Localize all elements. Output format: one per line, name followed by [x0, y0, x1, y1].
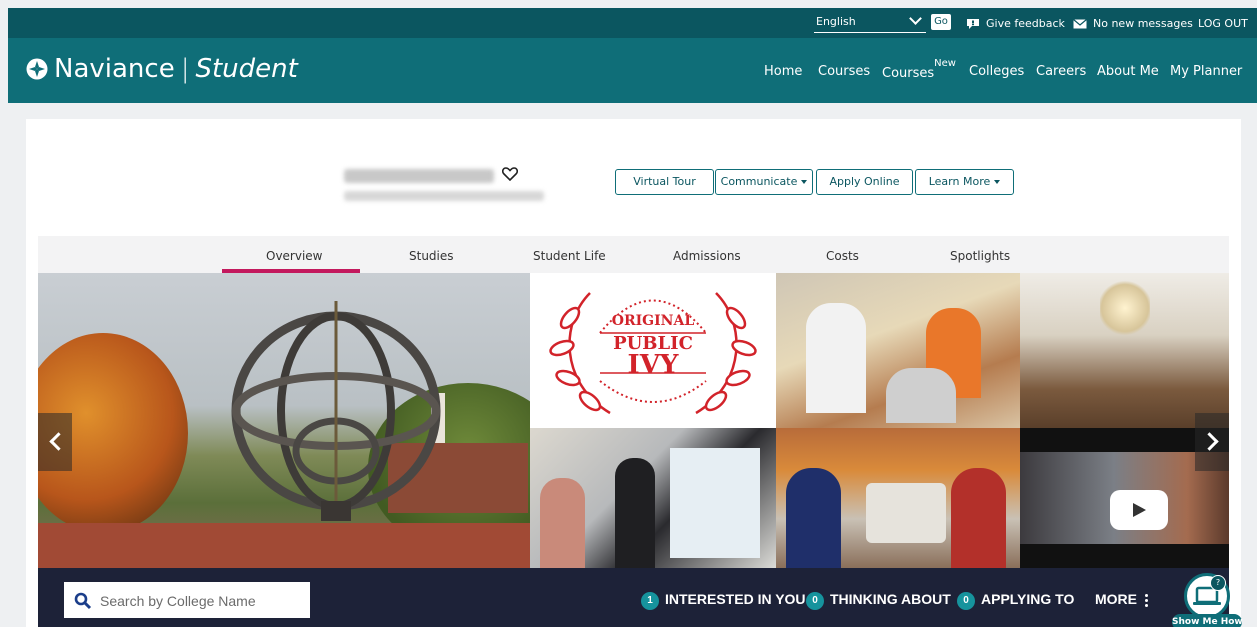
- nav-about-me[interactable]: About Me: [1097, 64, 1159, 79]
- brick-wall: [38, 523, 530, 568]
- armillary-sphere: [231, 301, 441, 521]
- interested-in-you-link[interactable]: 1 INTERESTED IN YOU: [641, 591, 806, 610]
- presentation-photo[interactable]: [530, 428, 776, 568]
- virtual-tour-button[interactable]: Virtual Tour: [615, 169, 714, 195]
- student-figure: [951, 468, 1006, 568]
- utility-bar: English Go Give feedback No new messages…: [8, 8, 1257, 38]
- help-badge: ?: [1210, 575, 1226, 591]
- communicate-button[interactable]: Communicate: [715, 169, 813, 195]
- give-feedback-link[interactable]: Give feedback: [966, 17, 1065, 30]
- tab-admissions[interactable]: Admissions: [673, 249, 741, 263]
- feedback-icon: [967, 19, 979, 29]
- student-figure: [806, 303, 866, 413]
- college-name-blurred: [344, 169, 494, 183]
- applying-to-link[interactable]: 0 APPLYING TO: [957, 591, 1074, 610]
- heart-icon[interactable]: [502, 167, 518, 181]
- original-public-ivy-graphic[interactable]: ORIGINAL PUBLIC IVY: [530, 273, 776, 428]
- nav-courses-new[interactable]: CoursesNew: [882, 58, 956, 81]
- show-me-how-widget[interactable]: ? Show Me How: [1172, 573, 1244, 627]
- messages-label: No new messages: [1093, 17, 1193, 30]
- nav-careers[interactable]: Careers: [1036, 64, 1086, 79]
- thinking-label: THINKING ABOUT: [830, 591, 951, 607]
- nav-courses-new-label: Courses: [882, 66, 935, 82]
- new-badge: New: [934, 58, 956, 69]
- tab-costs[interactable]: Costs: [826, 249, 859, 263]
- ivy-line-original: ORIGINAL: [612, 313, 695, 329]
- interested-count-badge: 1: [641, 592, 659, 610]
- messages-link[interactable]: No new messages: [1073, 17, 1193, 30]
- students-dining-photo[interactable]: [776, 428, 1020, 568]
- learn-more-label: Learn More: [928, 175, 991, 188]
- college-profile-card: Virtual Tour Communicate Apply Online Le…: [26, 119, 1241, 627]
- learn-more-button[interactable]: Learn More: [915, 169, 1014, 195]
- brand-separator: |: [180, 54, 190, 84]
- college-location-blurred: [344, 191, 544, 201]
- nav-courses[interactable]: Courses: [818, 64, 870, 79]
- tab-overview[interactable]: Overview: [266, 249, 323, 263]
- envelope-icon: [1073, 19, 1087, 29]
- presenter-figure: [615, 458, 655, 568]
- campus-sculpture-photo[interactable]: [38, 273, 568, 568]
- ivy-laurel-icon: ORIGINAL PUBLIC IVY: [549, 292, 757, 415]
- student-figure: [886, 368, 956, 423]
- photo-gallery: ORIGINAL PUBLIC IVY: [38, 273, 1229, 568]
- dining-table: [866, 483, 946, 543]
- caret-down-icon: [801, 180, 808, 184]
- tab-studies[interactable]: Studies: [409, 249, 454, 263]
- brand-logo[interactable]: Naviance | Student: [26, 54, 298, 84]
- gallery-prev-arrow-icon[interactable]: [38, 413, 72, 471]
- communicate-label: Communicate: [720, 175, 798, 188]
- college-action-bar: Search by College Name 1 INTERESTED IN YO…: [38, 568, 1229, 627]
- tab-spotlights[interactable]: Spotlights: [950, 249, 1010, 263]
- visitor-figure: [540, 478, 585, 568]
- gallery-next-arrow-icon[interactable]: [1195, 413, 1229, 471]
- kebab-menu-icon: [1145, 592, 1148, 609]
- tab-student-life[interactable]: Student Life: [533, 249, 606, 263]
- search-icon: [74, 592, 92, 610]
- applying-label: APPLYING TO: [981, 591, 1075, 607]
- applying-count-badge: 0: [957, 592, 975, 610]
- thinking-about-link[interactable]: 0 THINKING ABOUT: [806, 591, 951, 610]
- logout-link[interactable]: LOG OUT: [1198, 17, 1248, 30]
- brand-product: Student: [195, 54, 298, 84]
- student-figure: [786, 468, 841, 568]
- nav-colleges[interactable]: Colleges: [969, 64, 1024, 79]
- app-frame: English Go Give feedback No new messages…: [8, 8, 1257, 627]
- more-menu-button[interactable]: MORE: [1095, 591, 1148, 609]
- nav-my-planner[interactable]: My Planner: [1170, 64, 1242, 79]
- interested-label: INTERESTED IN YOU: [665, 591, 806, 607]
- main-header: Naviance | Student Home Courses CoursesNew…: [8, 38, 1257, 103]
- give-feedback-label: Give feedback: [986, 17, 1065, 30]
- naviance-logo-icon: [26, 58, 48, 80]
- students-guitar-photo[interactable]: [776, 273, 1020, 428]
- chevron-down-icon: [909, 12, 922, 25]
- caret-down-icon: [994, 180, 1001, 184]
- language-select[interactable]: English: [814, 12, 926, 33]
- search-placeholder: Search by College Name: [100, 593, 256, 609]
- college-search-input[interactable]: Search by College Name: [64, 582, 310, 618]
- nav-home[interactable]: Home: [764, 64, 802, 79]
- dining-hall-photo[interactable]: [1020, 273, 1229, 428]
- thinking-count-badge: 0: [806, 592, 824, 610]
- more-label: MORE: [1095, 591, 1137, 607]
- apply-online-button[interactable]: Apply Online: [816, 169, 913, 195]
- show-me-how-label: Show Me How: [1172, 614, 1243, 627]
- video-bottom-bar: [1020, 544, 1229, 568]
- profile-tabs: Overview Studies Student Life Admissions…: [38, 236, 1229, 273]
- play-icon[interactable]: [1110, 490, 1168, 530]
- go-button[interactable]: Go: [931, 14, 951, 30]
- brand-name: Naviance: [54, 54, 175, 84]
- chandelier: [1100, 278, 1150, 338]
- poster-board: [670, 448, 760, 558]
- language-value: English: [816, 15, 856, 28]
- ivy-line-ivy: IVY: [628, 350, 679, 380]
